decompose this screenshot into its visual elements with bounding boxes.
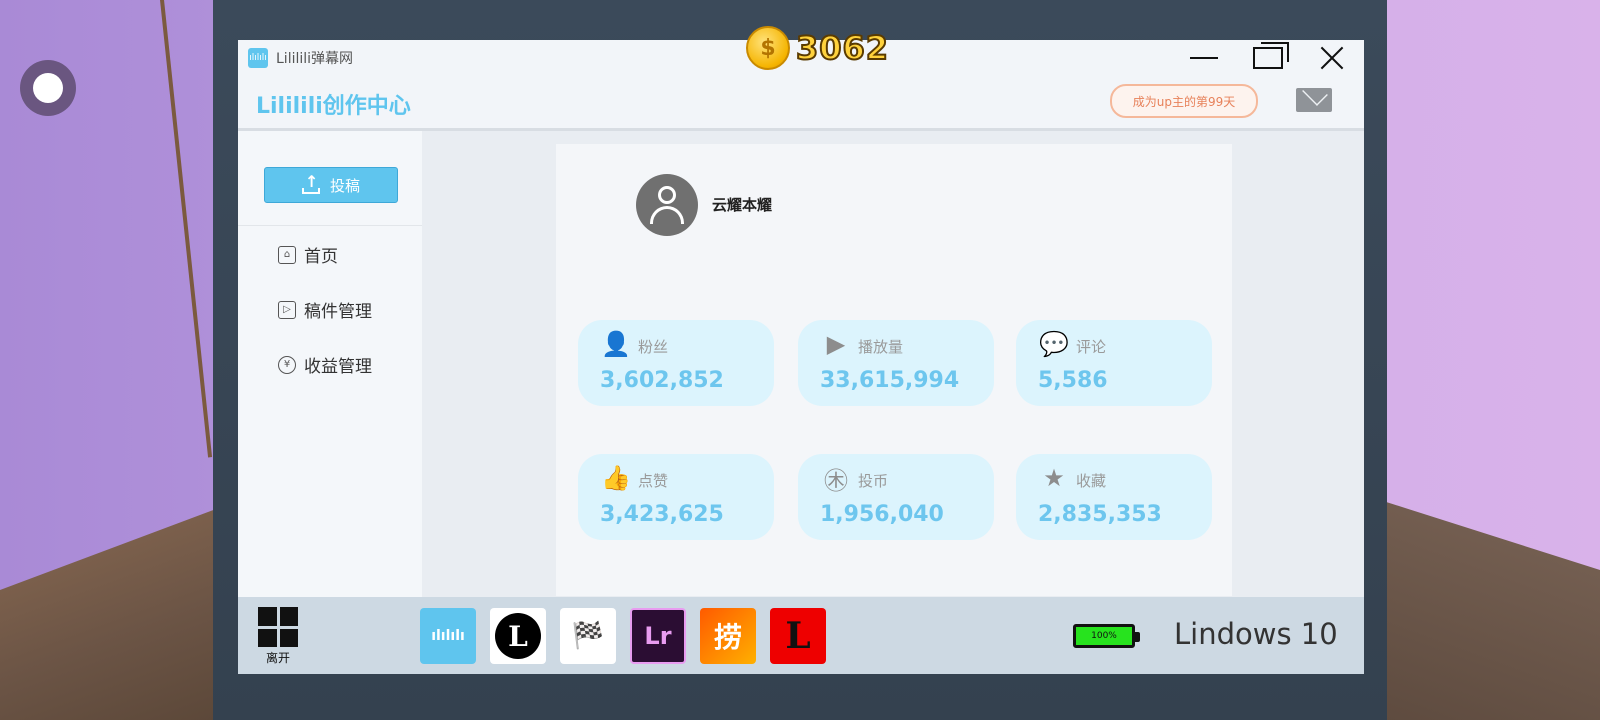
- app-glyph: 捞: [713, 621, 742, 654]
- app-glyph: L: [785, 615, 811, 657]
- video-icon: ▷: [278, 300, 296, 319]
- star-icon: ★: [1043, 464, 1065, 492]
- stat-label: 收藏: [1076, 472, 1107, 490]
- close-button[interactable]: [1300, 40, 1364, 76]
- stat-value: 1,956,040: [820, 502, 944, 527]
- avatar[interactable]: [636, 174, 698, 236]
- sidebar-item-label: 收益管理: [304, 357, 372, 377]
- app-title: Lililili创作中心: [256, 94, 411, 119]
- battery-indicator: 100%: [1073, 624, 1140, 648]
- taskbar-app-lao[interactable]: 捞: [700, 608, 756, 664]
- taskbar-app-lightroom[interactable]: Lr: [630, 608, 686, 664]
- stat-label: 播放量: [858, 338, 904, 356]
- taskbar-app-l-red[interactable]: L: [770, 608, 826, 664]
- mail-icon[interactable]: [1296, 88, 1332, 112]
- windows-logo-icon: [258, 607, 298, 647]
- stat-card-likes[interactable]: 👍 点赞 3,423,625: [578, 454, 774, 540]
- stat-value: 3,602,852: [600, 368, 724, 393]
- battery-level: 100%: [1091, 631, 1117, 641]
- start-button[interactable]: 离开: [254, 607, 302, 666]
- coin-counter: $ 3062: [746, 26, 889, 70]
- stat-label: 投币: [858, 472, 889, 490]
- minimize-icon: [1190, 57, 1218, 59]
- username: 云耀本耀: [712, 196, 773, 214]
- sidebar-item-label: 稿件管理: [304, 302, 372, 322]
- app-logo-icon: ılılılı: [248, 48, 268, 68]
- coin-count: 3062: [795, 28, 890, 68]
- stat-card-favorites[interactable]: ★ 收藏 2,835,353: [1016, 454, 1212, 540]
- upload-button[interactable]: 投稿: [264, 167, 398, 203]
- sidebar: 投稿 ⌂ 首页 ▷ 稿件管理 ¥ 收益管理: [238, 131, 422, 597]
- sidebar-item-manuscripts[interactable]: ▷ 稿件管理: [278, 297, 372, 322]
- window-title: Lililili弹幕网: [276, 51, 354, 67]
- stat-label: 评论: [1076, 338, 1107, 356]
- home-icon: ⌂: [278, 245, 296, 264]
- joystick[interactable]: [20, 60, 76, 116]
- app-glyph: Lr: [644, 622, 672, 650]
- close-icon: [1319, 45, 1345, 71]
- maximize-button[interactable]: [1236, 40, 1300, 76]
- sidebar-item-earnings[interactable]: ¥ 收益管理: [278, 352, 372, 377]
- coin-icon: ㊍: [824, 466, 848, 495]
- up-days-badge: 成为up主的第99天: [1110, 84, 1258, 118]
- app-header: Lililili创作中心 成为up主的第99天: [238, 76, 1364, 131]
- user-avatar-icon: [650, 186, 684, 224]
- stat-value: 5,586: [1038, 368, 1108, 393]
- logo-text: ılılılı: [249, 53, 267, 63]
- thumbs-up-icon: 👍: [601, 464, 631, 492]
- stat-card-coins[interactable]: ㊍ 投币 1,956,040: [798, 454, 994, 540]
- main-panel: 云耀本耀 👤 粉丝 3,602,852 ▶ 播放量 33,615,994 💬 评…: [556, 144, 1232, 596]
- sidebar-divider: [238, 225, 422, 226]
- stat-card-plays[interactable]: ▶ 播放量 33,615,994: [798, 320, 994, 406]
- play-icon: ▶: [826, 330, 846, 358]
- start-label: 离开: [265, 651, 290, 665]
- user-icon: 👤: [601, 330, 631, 358]
- stat-card-followers[interactable]: 👤 粉丝 3,602,852: [578, 320, 774, 406]
- app-glyph: ılılılı: [431, 628, 465, 644]
- upload-label: 投稿: [329, 176, 360, 195]
- minimize-button[interactable]: [1172, 40, 1236, 76]
- os-name: Lindows 10: [1174, 617, 1338, 651]
- money-bag-icon: ¥: [278, 355, 296, 374]
- stat-value: 33,615,994: [820, 368, 960, 393]
- stat-value: 2,835,353: [1038, 502, 1162, 527]
- stat-label: 点赞: [638, 472, 669, 490]
- taskbar: 离开 ılılılı L 🏁 Lr 捞 L 100% Lindows 10: [238, 597, 1364, 674]
- coin-icon: $: [746, 26, 790, 70]
- sidebar-item-home[interactable]: ⌂ 首页: [278, 242, 338, 267]
- racing-flags-icon: 🏁: [571, 621, 605, 651]
- l-circle-icon: L: [495, 613, 541, 659]
- stat-card-comments[interactable]: 💬 评论 5,586: [1016, 320, 1212, 406]
- coin-symbol: $: [760, 35, 776, 61]
- window-controls: [1172, 40, 1364, 76]
- upload-icon: [301, 172, 320, 194]
- taskbar-app-racing-flags[interactable]: 🏁: [560, 608, 616, 664]
- restore-icon: [1253, 42, 1289, 69]
- taskbar-app-l-circle[interactable]: L: [490, 608, 546, 664]
- comment-icon: 💬: [1039, 330, 1069, 358]
- app-glyph: L: [508, 619, 528, 653]
- sidebar-item-label: 首页: [304, 247, 338, 267]
- computer-screen: ılılılı Lililili弹幕网 Lililili创作中心 成为up主的第…: [238, 40, 1364, 674]
- stat-value: 3,423,625: [600, 502, 724, 527]
- stat-label: 粉丝: [638, 338, 669, 356]
- taskbar-app-lililili[interactable]: ılılılı: [420, 608, 476, 664]
